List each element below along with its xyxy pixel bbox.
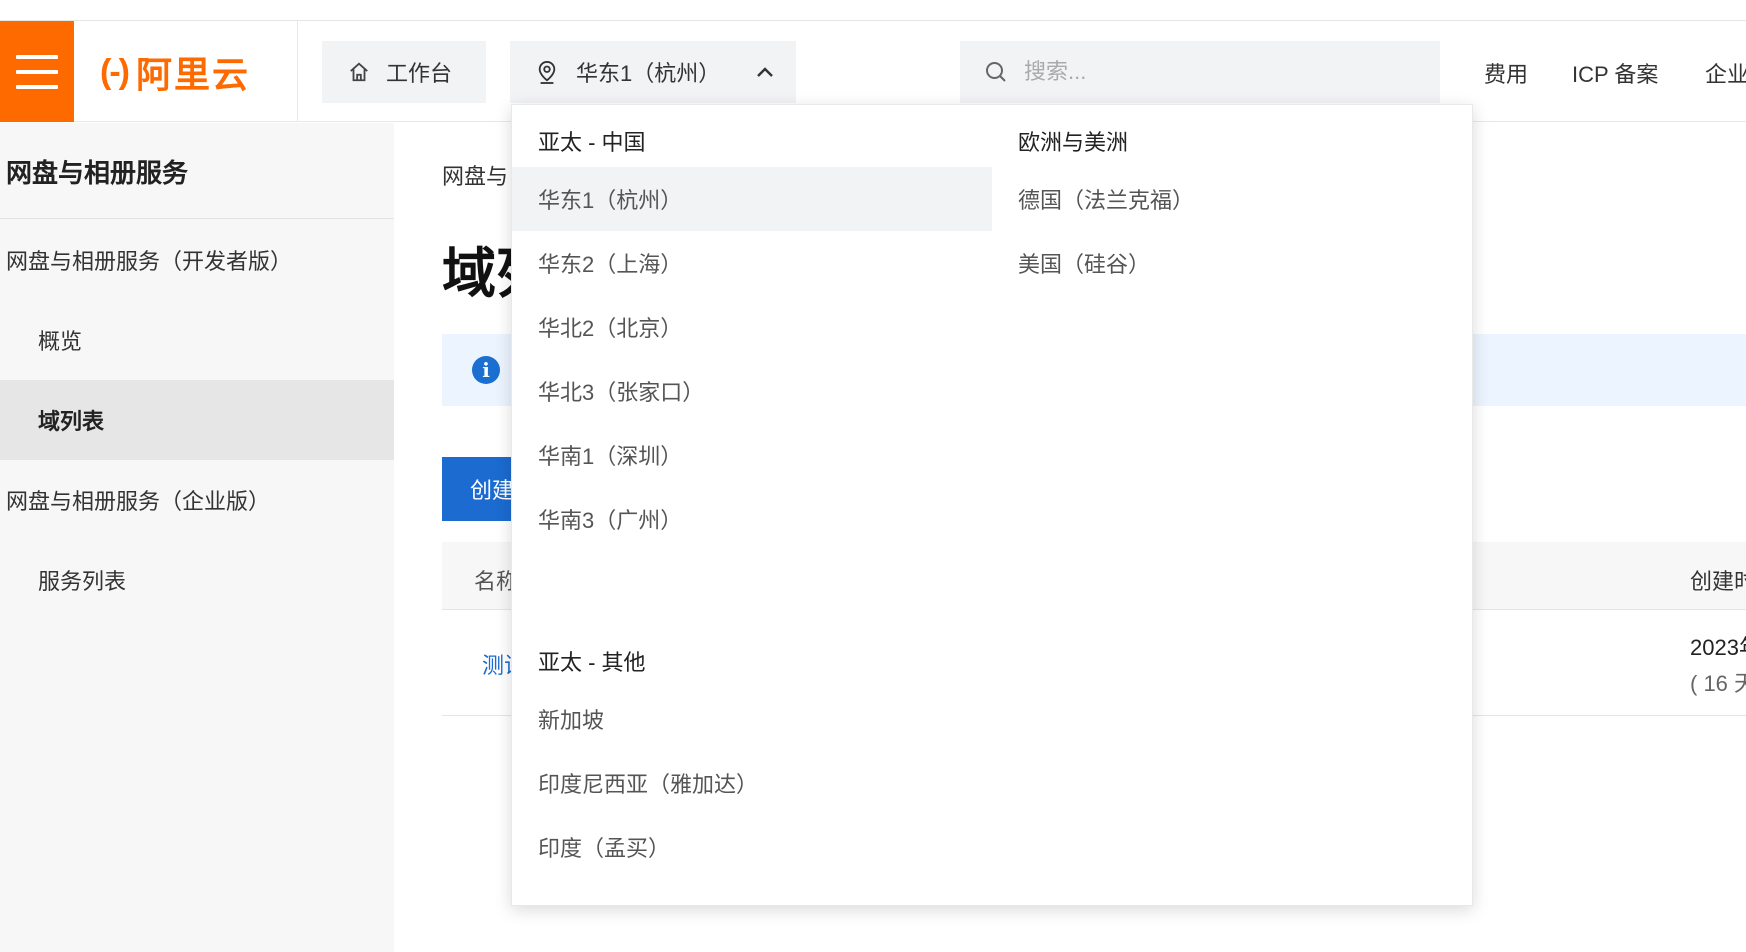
- sidebar-item-label: 网盘与相册服务（企业版）: [6, 489, 271, 514]
- sidebar-item-enterprise[interactable]: 网盘与相册服务（企业版）: [0, 460, 394, 540]
- search-icon: [986, 62, 1006, 82]
- region-option-zhangjiakou[interactable]: 华北3（张家口）: [512, 359, 992, 423]
- workbench-button[interactable]: 工作台: [322, 41, 486, 103]
- sidebar-divider: [0, 218, 394, 219]
- nav-enterprise[interactable]: 企业: [1705, 57, 1746, 89]
- region-option-mumbai[interactable]: 印度（孟买）: [512, 815, 992, 879]
- chevron-up-icon: [757, 67, 774, 77]
- sidebar-item-label: 概览: [38, 329, 83, 354]
- search-box[interactable]: [960, 41, 1440, 103]
- region-option-hangzhou[interactable]: 华东1（杭州）: [512, 167, 992, 231]
- region-option-singapore[interactable]: 新加坡: [512, 687, 992, 751]
- region-selector[interactable]: 华东1（杭州）: [510, 41, 796, 103]
- logo-text: 阿里云: [135, 54, 250, 95]
- region-option-beijing[interactable]: 华北2（北京）: [512, 295, 992, 359]
- sidebar-item-overview[interactable]: 概览: [0, 300, 394, 380]
- sidebar-item-developer[interactable]: 网盘与相册服务（开发者版）: [0, 220, 394, 300]
- header-divider: [297, 21, 298, 122]
- browser-top-strip: [0, 0, 1746, 21]
- aliyun-logo[interactable]: (-) 阿里云: [100, 51, 250, 96]
- region-label: 华东1（杭州）: [576, 61, 721, 86]
- region-group-label: 亚太 - 中国: [538, 130, 646, 155]
- sidebar-item-label: 域列表: [38, 409, 105, 434]
- region-option-jakarta[interactable]: 印度尼西亚（雅加达）: [512, 751, 992, 815]
- info-icon: i: [472, 356, 500, 384]
- hamburger-menu-icon[interactable]: [0, 21, 74, 122]
- region-group-label: 欧洲与美洲: [1018, 130, 1129, 155]
- logo-mark: (-): [100, 52, 130, 91]
- region-option-shanghai[interactable]: 华东2（上海）: [512, 231, 992, 295]
- region-option-guangzhou[interactable]: 华南3（广州）: [512, 487, 992, 551]
- home-icon: [350, 62, 368, 82]
- sidebar-item-domain-list[interactable]: 域列表: [0, 380, 394, 460]
- nav-icp[interactable]: ICP 备案: [1572, 57, 1658, 89]
- sidebar-item-service-list[interactable]: 服务列表: [0, 540, 394, 620]
- search-input[interactable]: [1024, 59, 1404, 85]
- region-option-frankfurt[interactable]: 德国（法兰克福）: [992, 167, 1472, 231]
- region-group-label: 亚太 - 其他: [538, 650, 646, 675]
- row-created-ago: ( 16 天前: [1690, 671, 1746, 696]
- workbench-label: 工作台: [386, 61, 453, 86]
- breadcrumb[interactable]: 网盘与: [442, 159, 508, 191]
- region-option-shenzhen[interactable]: 华南1（深圳）: [512, 423, 992, 487]
- region-dropdown: 亚太 - 中国 华东1（杭州） 华东2（上海） 华北2（北京） 华北3（张家口）…: [511, 104, 1473, 906]
- sidebar-item-label: 服务列表: [38, 569, 127, 594]
- nav-billing[interactable]: 费用: [1484, 57, 1528, 89]
- row-created-date: 2023年7月: [1690, 635, 1746, 660]
- sidebar: 网盘与相册服务 网盘与相册服务（开发者版） 概览 域列表 网盘与相册服务（企业版…: [0, 123, 394, 952]
- location-pin-icon: [538, 60, 556, 84]
- column-header-created: 创建时间: [1690, 569, 1746, 594]
- sidebar-item-label: 网盘与相册服务（开发者版）: [6, 249, 293, 274]
- sidebar-title: 网盘与相册服务: [6, 158, 189, 188]
- region-option-silicon-valley[interactable]: 美国（硅谷）: [992, 231, 1472, 295]
